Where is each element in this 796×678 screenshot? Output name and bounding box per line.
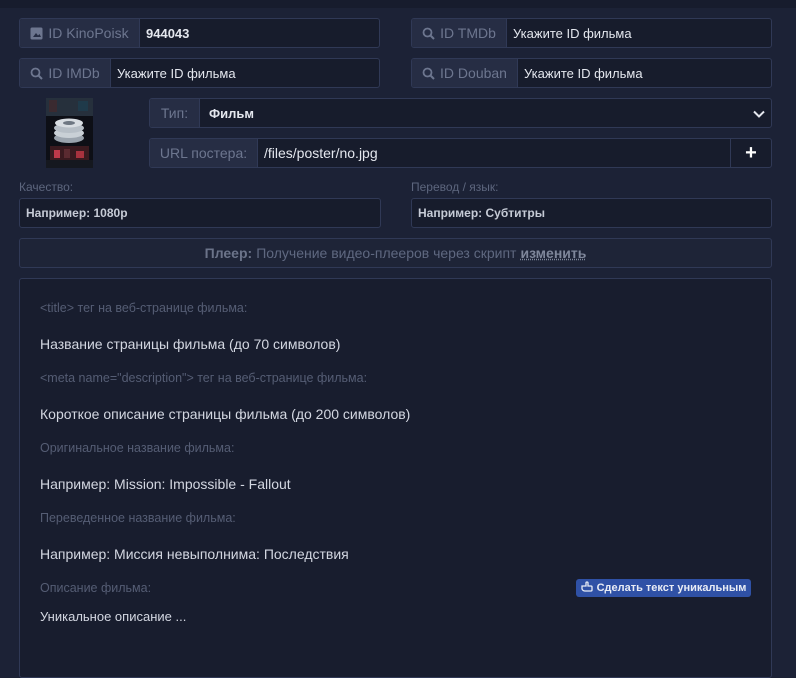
douban-addon: ID Douban [412, 59, 518, 87]
douban-id-field[interactable]: ID Douban Укажите ID фильма [411, 58, 772, 88]
make-unique-label: Сделать текст уникальным [596, 582, 747, 594]
imdb-id-field[interactable]: ID IMDb Укажите ID фильма [19, 58, 380, 88]
tmdb-label: ID TMDb [440, 25, 496, 41]
search-icon [422, 67, 435, 80]
player-bar: Плеер: Получение видео-плееров через скр… [19, 238, 772, 268]
poster-url-input[interactable]: /files/poster/no.jpg [258, 139, 730, 167]
poster-thumbnail [46, 98, 93, 168]
top-bar [0, 0, 796, 8]
search-icon [422, 27, 435, 40]
search-icon [30, 67, 44, 80]
poster-url-label: URL постера: [159, 145, 248, 161]
film-description-hint: Описание фильма: [40, 581, 152, 595]
description-meta-hint: <meta name="description"> тег на веб-стр… [40, 371, 368, 385]
poster-url-field[interactable]: URL постера: /files/poster/no.jpg + [149, 138, 772, 168]
description-meta-input[interactable]: Короткое описание страницы фильма (до 20… [40, 406, 410, 422]
film-description-input[interactable]: Уникальное описание ... [40, 609, 186, 624]
original-name-hint: Оригинальное название фильма: [40, 441, 235, 455]
make-unique-button[interactable]: Сделать текст уникальным [576, 579, 751, 597]
douban-label: ID Douban [440, 65, 507, 81]
type-select-field[interactable]: Тип: Фильм [149, 98, 772, 128]
original-name-input[interactable]: Например: Mission: Impossible - Fallout [40, 476, 291, 492]
image-icon [30, 27, 43, 40]
tmdb-addon: ID TMDb [412, 19, 507, 47]
translated-name-hint: Переведенное название фильма: [40, 511, 236, 525]
type-select[interactable]: Фильм [200, 99, 771, 127]
hand-pointer-icon [580, 581, 593, 595]
title-input[interactable]: Название страницы фильма (до 70 символов… [40, 336, 340, 352]
chevron-down-icon [753, 106, 765, 121]
player-text: Получение видео-плееров через скрипт [256, 245, 517, 261]
translated-name-input[interactable]: Например: Миссия невыполнима: Последстви… [40, 546, 349, 562]
imdb-addon: ID IMDb [20, 59, 111, 87]
player-change-link[interactable]: изменить [520, 245, 586, 261]
add-poster-button[interactable]: + [730, 139, 771, 167]
kinopoisk-input[interactable]: 944043 [140, 19, 379, 47]
poster-url-addon: URL постера: [150, 139, 258, 167]
type-addon: Тип: [150, 99, 200, 127]
type-selected-value: Фильм [209, 105, 254, 121]
tmdb-input[interactable]: Укажите ID фильма [507, 19, 771, 47]
douban-input[interactable]: Укажите ID фильма [518, 59, 771, 87]
quality-input[interactable]: Например: 1080p [19, 198, 381, 228]
kinopoisk-label: ID KinoPoisk [48, 25, 129, 41]
imdb-input[interactable]: Укажите ID фильма [111, 59, 379, 87]
imdb-label: ID IMDb [48, 65, 100, 81]
type-label: Тип: [160, 105, 189, 121]
kinopoisk-id-field[interactable]: ID KinoPoisk 944043 [19, 18, 380, 48]
translation-input[interactable]: Например: Субтитры [411, 198, 772, 228]
quality-label: Качество: [19, 180, 74, 194]
player-label: Плеер: [204, 245, 253, 261]
translation-label: Перевод / язык: [411, 180, 499, 194]
title-hint: <title> тег на веб-странице фильма: [40, 301, 248, 315]
kinopoisk-addon: ID KinoPoisk [20, 19, 140, 47]
tmdb-id-field[interactable]: ID TMDb Укажите ID фильма [411, 18, 772, 48]
